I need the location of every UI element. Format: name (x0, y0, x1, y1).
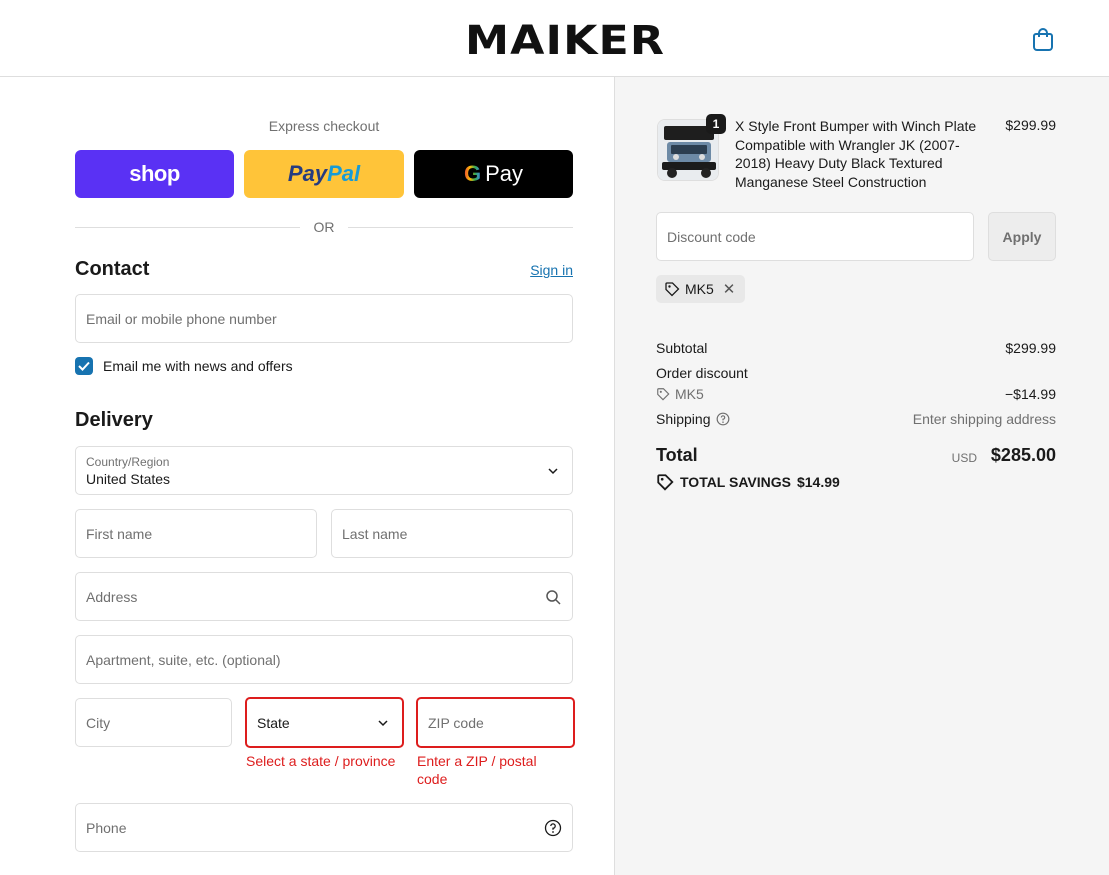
subtotal-row: Subtotal $299.99 (656, 340, 1056, 356)
express-checkout-title: Express checkout (268, 118, 380, 134)
paypal-label-1: Pay (287, 161, 328, 186)
state-select[interactable]: State (245, 697, 404, 748)
email-field[interactable]: Email or mobile phone number (75, 294, 573, 343)
maiker-logo[interactable]: MAIKER (464, 20, 666, 58)
last-name-field[interactable]: Last name (331, 509, 573, 558)
contact-title: Contact (75, 258, 150, 280)
help-icon[interactable] (544, 819, 562, 837)
chevron-down-icon (548, 467, 558, 474)
apartment-placeholder: Apartment, suite, etc. (optional) (86, 651, 281, 668)
address-placeholder: Address (86, 588, 138, 605)
zip-field[interactable]: ZIP code (416, 697, 575, 748)
discount-placeholder: Discount code (667, 229, 756, 245)
subtotal-value: $299.99 (1005, 340, 1056, 356)
discount-code-row: MK5 −$14.99 (656, 386, 1056, 402)
zip-placeholder: ZIP code (428, 714, 484, 731)
shipping-label: Shipping (656, 411, 711, 427)
phone-placeholder: Phone (86, 819, 127, 836)
or-text: OR (313, 219, 335, 235)
sign-in-link[interactable]: Sign in (490, 262, 573, 278)
state-placeholder: State (257, 714, 290, 731)
order-discount-row: Order discount (656, 365, 1056, 381)
checkmark-icon (78, 361, 90, 371)
country-value: United States (86, 471, 171, 487)
first-name-field[interactable]: First name (75, 509, 317, 558)
header: MAIKER (0, 0, 1109, 77)
discount-code-text: MK5 (675, 386, 704, 402)
total-value: $285.00 (990, 445, 1056, 465)
city-field[interactable]: City (75, 698, 232, 747)
apply-button[interactable]: Apply (988, 212, 1056, 261)
total-savings: TOTAL SAVINGS $14.99 (656, 473, 840, 491)
newsletter-row[interactable]: Email me with news and offers (75, 357, 293, 375)
city-placeholder: City (86, 714, 111, 731)
subtotal-label: Subtotal (656, 340, 708, 356)
google-pay-button[interactable]: G Pay (414, 150, 573, 198)
remove-discount-icon[interactable]: ✕ (723, 280, 736, 298)
apartment-field[interactable]: Apartment, suite, etc. (optional) (75, 635, 573, 684)
first-name-placeholder: First name (86, 525, 153, 542)
total-label: Total (656, 445, 698, 465)
country-select[interactable]: Country/Region United States (75, 446, 573, 495)
zip-error: Enter a ZIP / postal code (417, 753, 537, 787)
quantity-badge: 1 (706, 114, 726, 134)
phone-field[interactable]: Phone (75, 803, 573, 852)
shipping-row: Shipping Enter shipping address (656, 411, 1056, 427)
product-price: $299.99 (1005, 117, 1056, 133)
paypal-label-2: Pal (327, 161, 361, 186)
last-name-placeholder: Last name (342, 525, 408, 542)
newsletter-checkbox[interactable] (75, 357, 93, 375)
shipping-value: Enter shipping address (912, 411, 1056, 427)
search-icon[interactable] (544, 588, 562, 606)
paypal-button[interactable]: Pay Pal (244, 150, 404, 198)
country-label: Country/Region (86, 455, 170, 469)
applied-code: MK5 (685, 281, 714, 297)
applied-discount-chip: MK5 ✕ (656, 275, 745, 303)
or-divider: OR (75, 218, 573, 236)
discount-code-field[interactable]: Discount code (656, 212, 974, 261)
tag-icon (665, 282, 680, 297)
savings-value: $14.99 (796, 474, 840, 490)
product-name: X Style Front Bumper with Winch Plate Co… (735, 118, 977, 190)
savings-label: TOTAL SAVINGS (680, 474, 791, 490)
discount-value: −$14.99 (1005, 386, 1056, 402)
order-summary: 1 X Style Front Bumper with Winch Plate … (614, 77, 1109, 875)
delivery-title: Delivery (75, 409, 153, 431)
shop-pay-button[interactable]: shop (75, 150, 234, 198)
tag-icon (657, 388, 670, 401)
discount-code-info: MK5 (656, 386, 1056, 402)
shopping-bag-icon[interactable] (1029, 26, 1057, 52)
google-pay-label: Pay (485, 161, 524, 186)
logo-text: MAIKER (465, 20, 665, 58)
newsletter-label: Email me with news and offers (103, 358, 293, 374)
order-discount-label: Order discount (656, 365, 748, 381)
address-field[interactable]: Address (75, 572, 573, 621)
email-placeholder: Email or mobile phone number (86, 310, 277, 327)
tag-icon (657, 474, 674, 491)
google-g-icon: G (463, 161, 482, 186)
shop-pay-label: shop (129, 161, 180, 186)
chevron-down-icon (378, 719, 388, 726)
checkout-form: Express checkout shop Pay Pal G Pay OR Co… (0, 77, 614, 875)
help-icon[interactable] (716, 412, 730, 426)
state-error: Select a state / province (246, 753, 396, 769)
currency-code: USD (951, 451, 977, 465)
